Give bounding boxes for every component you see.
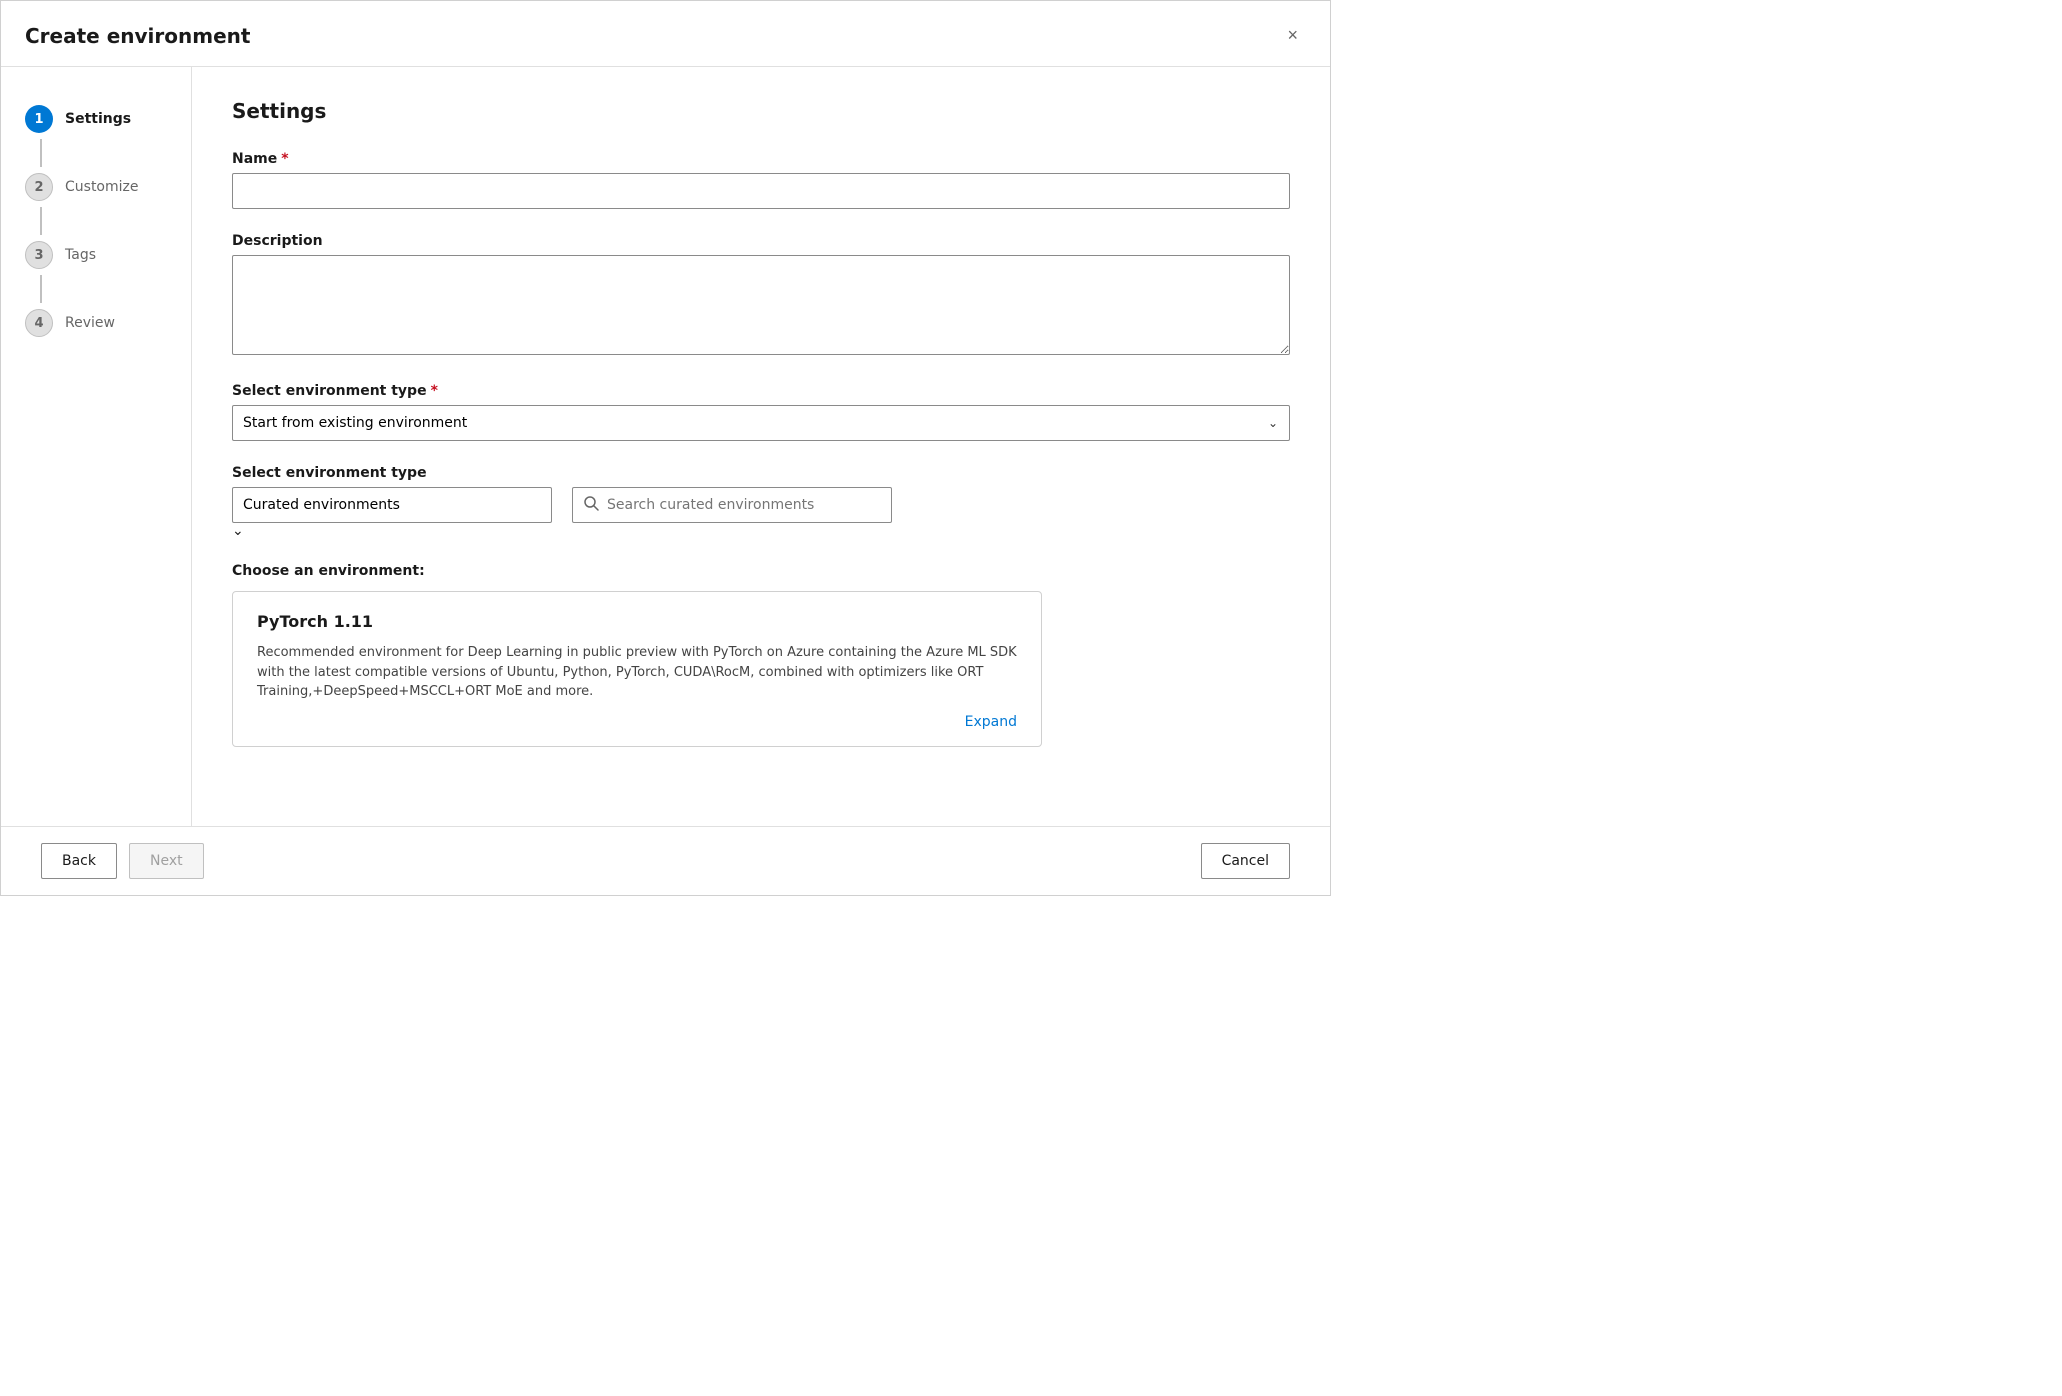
footer-left: Back Next: [41, 843, 204, 879]
name-label: Name *: [232, 151, 1290, 167]
next-button: Next: [129, 843, 204, 879]
step-label-tags: Tags: [65, 247, 96, 263]
choose-env-group: Choose an environment: PyTorch 1.11 Reco…: [232, 563, 1290, 747]
choose-env-label: Choose an environment:: [232, 563, 1290, 579]
sidebar-item-review[interactable]: 4 Review: [25, 303, 167, 343]
search-icon: [583, 495, 599, 515]
env-type-dropdown[interactable]: Start from existing environment Create n…: [232, 405, 1290, 441]
name-input[interactable]: [232, 173, 1290, 209]
close-button[interactable]: ×: [1279, 21, 1306, 50]
sidebar-item-tags[interactable]: 3 Tags: [25, 235, 167, 275]
back-button[interactable]: Back: [41, 843, 117, 879]
step-connector-2-3: [40, 207, 42, 235]
dialog-header: Create environment ×: [1, 1, 1330, 67]
step-connector-3-4: [40, 275, 42, 303]
env-type-required-star: *: [431, 383, 438, 399]
description-label: Description: [232, 233, 1290, 249]
env-card-description: Recommended environment for Deep Learnin…: [257, 643, 1017, 702]
select-env-type-group: Select environment type * Start from exi…: [232, 383, 1290, 441]
step-label-settings: Settings: [65, 111, 131, 127]
main-content: Settings Name * Description Select envir…: [191, 67, 1330, 826]
curated-env-chevron-icon: ⌄: [232, 523, 244, 539]
step-circle-3: 3: [25, 241, 53, 269]
step-circle-1: 1: [25, 105, 53, 133]
search-curated-input[interactable]: [607, 497, 881, 513]
step-circle-2: 2: [25, 173, 53, 201]
select-env-type-label: Select environment type *: [232, 383, 1290, 399]
step-label-review: Review: [65, 315, 115, 331]
sidebar-item-customize[interactable]: 2 Customize: [25, 167, 167, 207]
step-circle-4: 4: [25, 309, 53, 337]
sidebar: 1 Settings 2 Customize 3 Tags: [1, 67, 191, 826]
curated-env-dropdown[interactable]: Curated environments Custom environments: [232, 487, 552, 523]
search-wrapper[interactable]: [572, 487, 892, 523]
section-title: Settings: [232, 99, 1290, 123]
env-type-sub-group: Select environment type Curated environm…: [232, 465, 1290, 539]
env-type-sub-label: Select environment type: [232, 465, 1290, 481]
env-card-title: PyTorch 1.11: [257, 612, 1017, 631]
cancel-button[interactable]: Cancel: [1201, 843, 1290, 879]
env-type-select-wrapper: Start from existing environment Create n…: [232, 405, 1290, 441]
step-connector-1-2: [40, 139, 42, 167]
step-label-customize: Customize: [65, 179, 139, 195]
dialog-body: 1 Settings 2 Customize 3 Tags: [1, 67, 1330, 826]
expand-button[interactable]: Expand: [965, 714, 1017, 730]
dialog-footer: Back Next Cancel: [1, 826, 1330, 895]
create-environment-dialog: Create environment × 1 Settings 2 Custom…: [0, 0, 1331, 896]
name-field-group: Name *: [232, 151, 1290, 209]
env-card[interactable]: PyTorch 1.11 Recommended environment for…: [232, 591, 1042, 747]
description-field-group: Description: [232, 233, 1290, 359]
env-type-row: Curated environments Custom environments…: [232, 487, 1290, 539]
description-input[interactable]: [232, 255, 1290, 355]
dialog-title: Create environment: [25, 24, 250, 48]
curated-env-select-wrapper: Curated environments Custom environments…: [232, 487, 552, 539]
name-required-star: *: [281, 151, 288, 167]
sidebar-item-settings[interactable]: 1 Settings: [25, 99, 167, 139]
env-card-expand-row: Expand: [257, 714, 1017, 730]
